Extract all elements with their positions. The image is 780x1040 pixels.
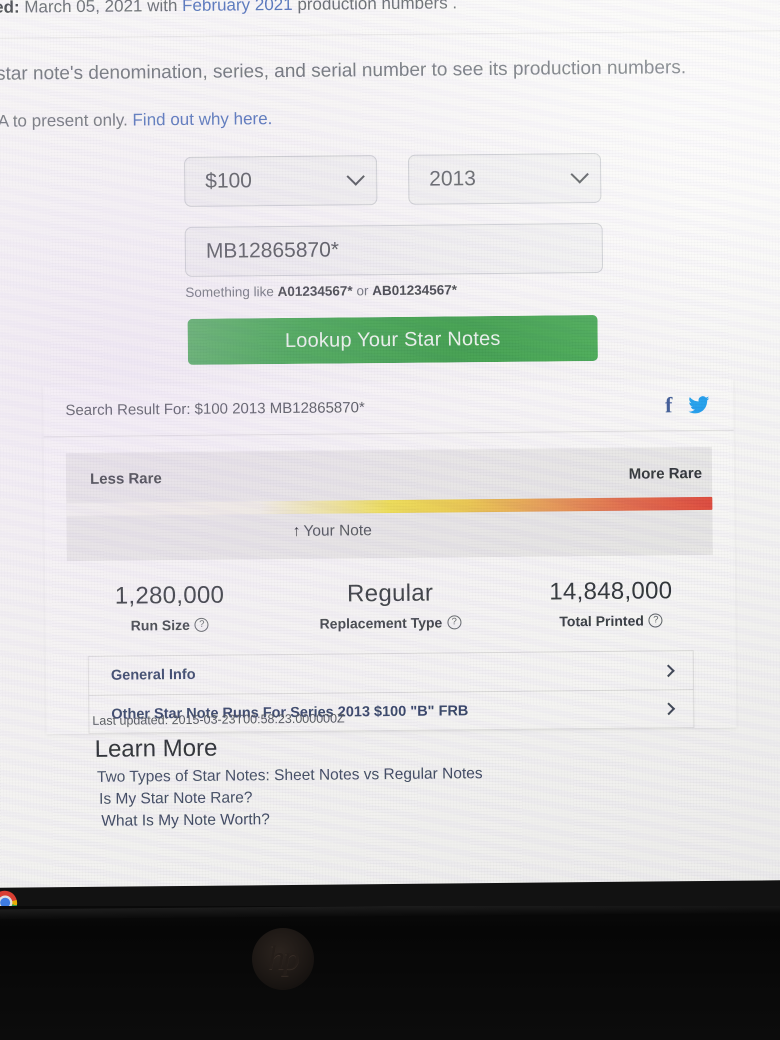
series-select[interactable]: 2013 <box>407 152 602 205</box>
twitter-icon[interactable] <box>688 395 710 413</box>
replacement-type-value: Regular <box>346 579 434 608</box>
serial-hint-prefix: Something like <box>185 284 278 300</box>
search-result-text: Search Result For: $100 2013 MB12865870* <box>65 399 365 420</box>
search-result-card: Search Result For: $100 2013 MB12865870*… <box>43 378 737 735</box>
last-updated-suffix: production numbers . <box>292 0 458 14</box>
last-updated-notice: t Updated: March 05, 2021 with February … <box>0 0 457 18</box>
lookup-button-label: Lookup Your Star Notes <box>284 327 501 352</box>
stat-total-printed: 14,848,000 Total Printed ? <box>500 577 721 630</box>
learn-more-link-3[interactable]: What Is My Note Worth? <box>101 807 483 833</box>
more-rare-label: More Rare <box>628 465 703 483</box>
last-updated-date: March 05, 2021 with <box>19 0 183 17</box>
lookup-star-notes-button[interactable]: Lookup Your Star Notes <box>187 315 598 365</box>
intro-instructions: r your star note's denomination, series,… <box>0 57 687 86</box>
result-card-header: Search Result For: $100 2013 MB12865870*… <box>43 378 734 438</box>
replacement-type-label-text: Replacement Type <box>319 614 443 632</box>
serial-format-hint: Something like A01234567* or AB01234567* <box>185 282 457 300</box>
help-icon[interactable]: ? <box>648 613 663 628</box>
total-printed-value: 14,848,000 <box>549 577 673 606</box>
laptop-bezel: hp <box>0 906 780 1040</box>
serial-hint-example-2: AB01234567* <box>372 282 458 299</box>
facebook-icon[interactable]: f <box>665 392 673 417</box>
series-value: 2013 <box>429 167 477 191</box>
laptop-screen: t Updated: March 05, 2021 with February … <box>0 0 780 892</box>
replacement-type-label: Replacement Type ? <box>280 614 501 632</box>
denomination-value: $100 <box>205 169 253 193</box>
social-share-group: f <box>665 392 718 417</box>
stat-run-size: 1,280,000 Run Size ? <box>59 581 280 634</box>
accordion-row-general-info[interactable]: General Info <box>89 651 693 695</box>
rarity-meter-panel: Less Rare More Rare ↑ Your Note <box>65 446 713 562</box>
last-updated-label: t Updated: <box>0 0 20 18</box>
your-note-marker: ↑ Your Note <box>293 522 372 541</box>
run-size-label: Run Size ? <box>59 616 280 634</box>
total-printed-label: Total Printed ? <box>501 612 722 630</box>
record-last-updated-stamp: Last updated: 2015-03-23T00:58:23.000000… <box>92 711 345 728</box>
serial-hint-middle: or <box>352 283 373 299</box>
run-size-label-text: Run Size <box>130 616 190 634</box>
series-note: s 1981A to present only. Find out why he… <box>0 109 272 132</box>
help-icon[interactable]: ? <box>194 617 209 632</box>
learn-more-link-1[interactable]: Two Types of Star Notes: Sheet Notes vs … <box>97 763 483 789</box>
hp-logo-text: hp <box>268 940 300 977</box>
rarity-scale-labels: Less Rare More Rare <box>90 465 702 488</box>
run-size-value: 1,280,000 <box>114 581 225 610</box>
stat-replacement-type: Regular Replacement Type ? <box>280 579 501 632</box>
your-note-label: Your Note <box>303 522 372 540</box>
denomination-select[interactable]: $100 <box>183 155 378 207</box>
total-printed-label-text: Total Printed <box>559 612 644 630</box>
header-divider <box>0 30 780 39</box>
laptop-photo-screenshot: t Updated: March 05, 2021 with February … <box>0 0 780 1040</box>
serial-number-input[interactable]: MB12865870* <box>184 222 604 277</box>
serial-number-value: MB12865870* <box>205 238 340 263</box>
rarity-gradient-bar <box>66 496 713 517</box>
learn-more-heading: Learn More <box>94 734 218 763</box>
webpage-body: t Updated: March 05, 2021 with February … <box>0 0 780 892</box>
february-2021-link[interactable]: February 2021 <box>182 0 293 15</box>
less-rare-label: Less Rare <box>89 470 162 488</box>
general-info-label: General Info <box>110 666 196 684</box>
learn-more-links: Two Types of Star Notes: Sheet Notes vs … <box>97 763 483 833</box>
series-note-text: s 1981A to present only. <box>0 110 128 132</box>
find-out-why-here-link[interactable]: Find out why here. <box>132 109 272 129</box>
help-icon[interactable]: ? <box>447 615 462 630</box>
up-arrow-icon: ↑ <box>292 522 301 540</box>
production-stats-row: 1,280,000 Run Size ? Regular Replacement… <box>45 555 736 645</box>
hp-logo: hp <box>252 928 314 990</box>
serial-hint-example-1: A01234567* <box>277 283 353 300</box>
